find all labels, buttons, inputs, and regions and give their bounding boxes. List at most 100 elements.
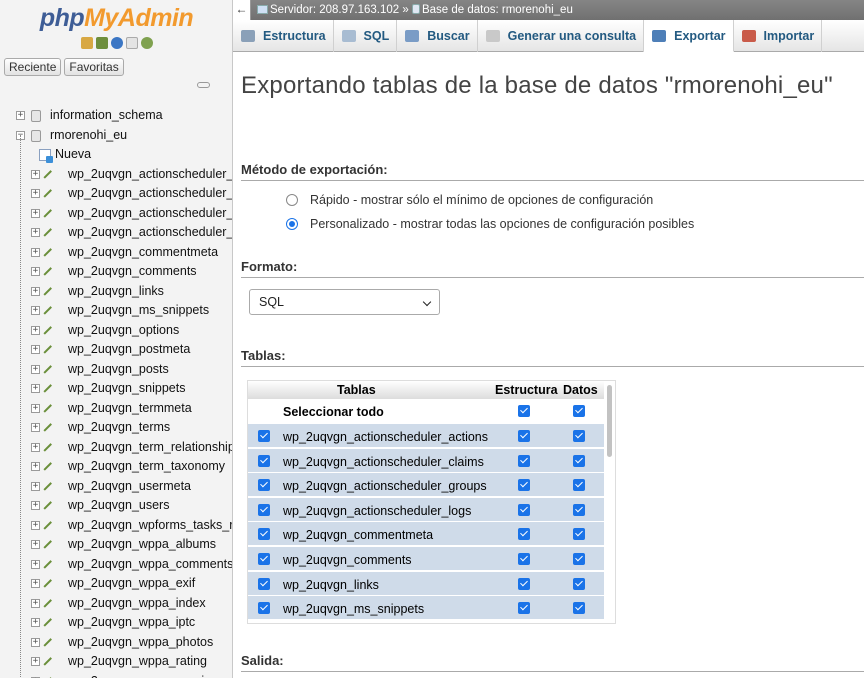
tables-list-scrollbar[interactable] — [607, 385, 612, 457]
expand-icon[interactable]: + — [31, 286, 40, 296]
table-row[interactable]: wp_2uqvgn_commentmeta — [248, 521, 604, 546]
table-data-checkbox[interactable] — [573, 528, 585, 541]
tree-table-item[interactable]: + wp_2uqvgn_wpforms_tasks_r — [0, 516, 232, 536]
tree-table-label[interactable]: wp_2uqvgn_wppa_photos — [68, 633, 213, 653]
table-select-checkbox[interactable] — [258, 528, 270, 541]
tree-table-label[interactable]: wp_2uqvgn_wpforms_tasks_r — [68, 516, 232, 536]
tree-table-label[interactable]: wp_2uqvgn_posts — [68, 360, 169, 380]
expand-icon[interactable]: + — [31, 520, 40, 530]
tree-table-label[interactable]: wp_2uqvgn_actionscheduler_ — [68, 165, 232, 185]
expand-icon[interactable]: + — [31, 169, 40, 179]
expand-icon[interactable]: + — [31, 462, 40, 471]
tree-table-label[interactable]: wp_2uqvgn_wppa_albums — [68, 535, 216, 555]
expand-icon[interactable]: + — [31, 384, 40, 393]
tree-table-label[interactable]: wp_2uqvgn_postmeta — [68, 340, 190, 360]
tree-table-item[interactable]: + wp_2uqvgn_term_taxonomy — [0, 457, 232, 477]
expand-icon[interactable]: + — [31, 618, 40, 627]
tree-table-label[interactable]: wp_2uqvgn_wppa_exif — [68, 574, 195, 594]
tree-table-label[interactable]: wp_2uqvgn_terms — [68, 418, 170, 438]
format-select[interactable]: SQL — [249, 289, 440, 315]
expand-icon[interactable]: + — [31, 345, 40, 354]
table-structure-checkbox[interactable] — [518, 553, 530, 565]
tree-table-item[interactable]: + wp_2uqvgn_wppa_exif — [0, 574, 232, 594]
tree-table-label[interactable]: wp_2uqvgn_ms_snippets — [68, 301, 209, 321]
tree-database-label[interactable]: information_schema — [50, 106, 163, 126]
recent-tab[interactable]: Reciente — [4, 58, 62, 76]
expand-icon[interactable]: + — [31, 189, 40, 198]
expand-icon[interactable]: + — [31, 403, 40, 413]
radio-quick[interactable]: Rápido - mostrar sólo el mínimo de opcio… — [286, 193, 653, 207]
tab-generar-una-consulta[interactable]: Generar una consulta — [478, 20, 645, 52]
tree-table-label[interactable]: wp_2uqvgn_termmeta — [68, 399, 192, 419]
tree-database-label[interactable]: rmorenohi_eu — [50, 126, 127, 146]
table-row[interactable]: wp_2uqvgn_comments — [248, 546, 604, 570]
table-row[interactable]: wp_2uqvgn_links — [248, 570, 604, 595]
tree-table-item[interactable]: + wp_2uqvgn_users — [0, 496, 232, 516]
radio-custom-button[interactable] — [286, 218, 298, 230]
link-with-main-icon[interactable] — [197, 82, 210, 88]
tab-buscar[interactable]: Buscar — [397, 20, 478, 52]
table-select-checkbox[interactable] — [258, 553, 270, 565]
table-data-checkbox[interactable] — [573, 577, 585, 590]
tree-table-label[interactable]: wp_2uqvgn_term_relationship — [68, 438, 232, 458]
tree-table-item[interactable]: + wp_2uqvgn_actionscheduler_ — [0, 165, 232, 185]
tree-table-label[interactable]: wp_2uqvgn_snippets — [68, 379, 185, 399]
tab-importar[interactable]: Importar — [734, 20, 823, 52]
tree-table-label[interactable]: wp_2uqvgn_links — [68, 282, 164, 302]
table-data-checkbox[interactable] — [573, 602, 585, 615]
tree-table-item[interactable]: + wp_2uqvgn_options — [0, 321, 232, 341]
tree-table-label[interactable]: wp_2uqvgn_commentmeta — [68, 243, 218, 263]
expand-icon[interactable]: + — [31, 208, 40, 218]
tree-table-item[interactable]: + wp_2uqvgn_commentmeta — [0, 243, 232, 263]
tree-table-label[interactable]: wp_2uqvgn_actionscheduler_ — [68, 184, 232, 204]
tree-table-label[interactable]: wp_2uqvgn_comments — [68, 262, 197, 282]
tree-table-item[interactable]: + wp_2uqvgn_termmeta — [0, 399, 232, 419]
tab-estructura[interactable]: Estructura — [233, 20, 334, 52]
tree-table-label[interactable]: wp_2uqvgn_users — [68, 496, 169, 516]
expand-icon[interactable]: + — [31, 364, 40, 374]
table-select-checkbox[interactable] — [258, 454, 270, 467]
tree-table-item[interactable]: + wp_2uqvgn_wppa_index — [0, 594, 232, 614]
tree-table-item[interactable]: + wp_2uqvgn_comments — [0, 262, 232, 282]
expand-icon[interactable]: + — [31, 657, 40, 666]
logout-icon[interactable] — [95, 37, 108, 49]
expand-icon[interactable]: + — [31, 559, 40, 569]
tree-table-label[interactable]: wp_2uqvgn_wppa_iptc — [68, 613, 195, 633]
tree-table-item[interactable]: + wp_2uqvgn_term_relationship — [0, 438, 232, 458]
radio-custom[interactable]: Personalizado - mostrar todas las opcion… — [286, 217, 694, 231]
phpmyadmin-logo[interactable]: phpMyAdmin — [0, 4, 232, 33]
tree-table-label[interactable]: wp_2uqvgn_actionscheduler_ — [68, 223, 232, 243]
docs-icon[interactable] — [125, 37, 138, 49]
breadcrumb-server[interactable]: Servidor: 208.97.163.102 — [270, 4, 399, 16]
expand-icon[interactable]: + — [31, 306, 40, 315]
tree-table-item[interactable]: + wp_2uqvgn_actionscheduler_ — [0, 184, 232, 204]
expand-icon[interactable]: + — [31, 423, 40, 432]
tree-table-item[interactable]: + wp_2uqvgn_actionscheduler_ — [0, 223, 232, 243]
tree-table-item[interactable]: + wp_2uqvgn_wppa_iptc — [0, 613, 232, 633]
table-select-checkbox[interactable] — [258, 430, 270, 442]
tree-table-item[interactable]: + wp_2uqvgn_wppa_rating — [0, 652, 232, 672]
favorites-tab[interactable]: Favoritas — [64, 58, 124, 76]
expand-icon[interactable]: + — [31, 325, 40, 335]
expand-icon[interactable]: + — [31, 267, 40, 276]
table-select-checkbox[interactable] — [258, 577, 270, 590]
back-arrow-icon[interactable]: ← — [233, 0, 251, 20]
table-select-checkbox[interactable] — [258, 479, 270, 492]
tree-table-item[interactable]: + wp_2uqvgn_ms_snippets — [0, 301, 232, 321]
select-all-structure-checkbox[interactable] — [518, 405, 530, 417]
expand-icon[interactable]: + — [31, 442, 40, 452]
tree-table-item[interactable]: + wp_2uqvgn_usermeta — [0, 477, 232, 497]
tree-table-item[interactable]: + wp_2uqvgn_wppa_photos — [0, 633, 232, 653]
tree-table-item[interactable]: + wp_2uqvgn_wppa_comments — [0, 555, 232, 575]
tree-new-label[interactable]: Nueva — [55, 145, 91, 165]
table-data-checkbox[interactable] — [573, 454, 585, 467]
table-structure-checkbox[interactable] — [518, 430, 530, 442]
table-select-checkbox[interactable] — [258, 602, 270, 615]
tree-table-label[interactable]: wp_2uqvgn_wppa_rating — [68, 652, 207, 672]
table-row[interactable]: wp_2uqvgn_actionscheduler_claims — [248, 447, 604, 472]
table-structure-checkbox[interactable] — [518, 503, 530, 516]
tree-table-label[interactable]: wp_2uqvgn_usermeta — [68, 477, 191, 497]
tree-table-item[interactable]: + wp_2uqvgn_actionscheduler_ — [0, 204, 232, 224]
expand-icon[interactable]: + — [31, 540, 40, 549]
breadcrumb-database[interactable]: Base de datos: rmorenohi_eu — [422, 4, 573, 16]
